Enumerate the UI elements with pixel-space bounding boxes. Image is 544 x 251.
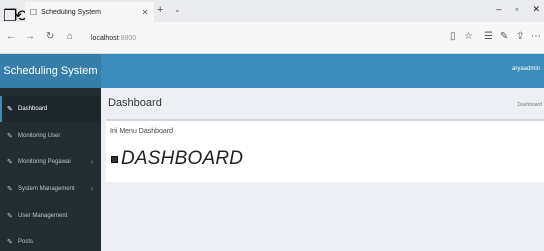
sidebar-item-monitoring-pegawai[interactable]: ✎ Monitoring Pegawai ‹	[0, 149, 101, 175]
sidebar-item-label: User Management	[18, 213, 68, 219]
dashboard-icon	[111, 155, 118, 163]
sidebar-item-label: Posts	[18, 239, 34, 245]
sidebar-item-user-management[interactable]: ✎ User Management	[0, 203, 101, 229]
user-menu[interactable]: aryaadmin	[512, 66, 540, 72]
back-arrow-icon[interactable]: ←	[6, 31, 16, 42]
dashboard-heading: DASHBOARD	[111, 148, 243, 170]
favorite-star-icon[interactable]: ☆	[464, 31, 473, 42]
sidebar-item-posts[interactable]: ✎ Posts	[0, 229, 101, 251]
wrench-icon: ✎	[7, 133, 13, 140]
tab-list-chevron-icon[interactable]: ⌄	[174, 5, 181, 14]
sidebar-item-label: Monitoring Pegawai	[18, 159, 71, 165]
brand-logo[interactable]: Scheduling System	[0, 54, 101, 88]
sidebar: ✎ Dashboard ✎ Monitoring User ✎ Monitori…	[0, 88, 101, 251]
app-header: Scheduling System aryaadmin	[0, 54, 544, 88]
page-title: Dashboard	[108, 97, 162, 109]
sidebar-item-label: System Management	[18, 186, 75, 192]
dashboard-heading-text: DASHBOARD	[121, 148, 244, 169]
home-icon[interactable]: ⌂	[67, 31, 73, 42]
sidebar-item-label: Monitoring User	[18, 133, 61, 139]
url-port: :8800	[118, 34, 137, 42]
favorites-hub-icon[interactable]: ☰	[484, 31, 493, 42]
breadcrumb[interactable]: Dashboard	[518, 102, 542, 108]
wrench-icon: ✎	[7, 213, 13, 220]
wrench-icon: ✎	[7, 106, 13, 113]
browser-tab-bar: ❐ ⟲ ☐ Scheduling System ✕ + ⌄ – ▫ ✕	[0, 0, 544, 25]
sidebar-item-dashboard[interactable]: ✎ Dashboard	[0, 96, 101, 122]
minimize-icon[interactable]: –	[496, 4, 501, 15]
window-controls: – ▫ ✕	[496, 4, 540, 15]
chevron-left-icon: ‹	[91, 185, 94, 193]
reading-view-icon[interactable]: ▯	[450, 31, 456, 42]
browser-address-bar: ← → ↻ ⌂ localhost:8800 ▯ ☆ ☰ ✎ ⇪ ⋯	[0, 22, 544, 54]
sidebar-item-system-management[interactable]: ✎ System Management ‹	[0, 176, 101, 202]
tab-title: Scheduling System	[41, 8, 101, 16]
wrench-icon: ✎	[7, 186, 13, 193]
sidebar-item-monitoring-user[interactable]: ✎ Monitoring User	[0, 123, 101, 149]
main-content: Dashboard Dashboard Ini Menu Dashboard D…	[101, 88, 544, 251]
forward-arrow-icon[interactable]: →	[25, 31, 35, 42]
refresh-icon[interactable]: ↻	[46, 31, 54, 42]
close-window-icon[interactable]: ✕	[532, 4, 540, 15]
page-favicon-icon: ☐	[29, 7, 38, 17]
sidebar-item-label: Dashboard	[18, 106, 48, 112]
close-tab-icon[interactable]: ✕	[140, 8, 150, 17]
url-field[interactable]: localhost:8800	[88, 31, 446, 45]
share-icon[interactable]: ⇪	[516, 31, 524, 42]
chevron-left-icon: ‹	[91, 158, 94, 166]
browser-tab[interactable]: ☐ Scheduling System ✕	[25, 2, 154, 22]
wrench-icon: ✎	[7, 239, 13, 246]
new-tab-icon[interactable]: +	[157, 4, 163, 16]
dashboard-box: Ini Menu Dashboard DASHBOARD	[106, 119, 544, 182]
box-title: Ini Menu Dashboard	[110, 128, 174, 135]
more-options-icon[interactable]: ⋯	[531, 31, 541, 42]
pen-notes-icon[interactable]: ✎	[500, 31, 508, 42]
maximize-icon[interactable]: ▫	[515, 4, 518, 15]
wrench-icon: ✎	[7, 159, 13, 166]
url-host: localhost	[91, 34, 119, 42]
